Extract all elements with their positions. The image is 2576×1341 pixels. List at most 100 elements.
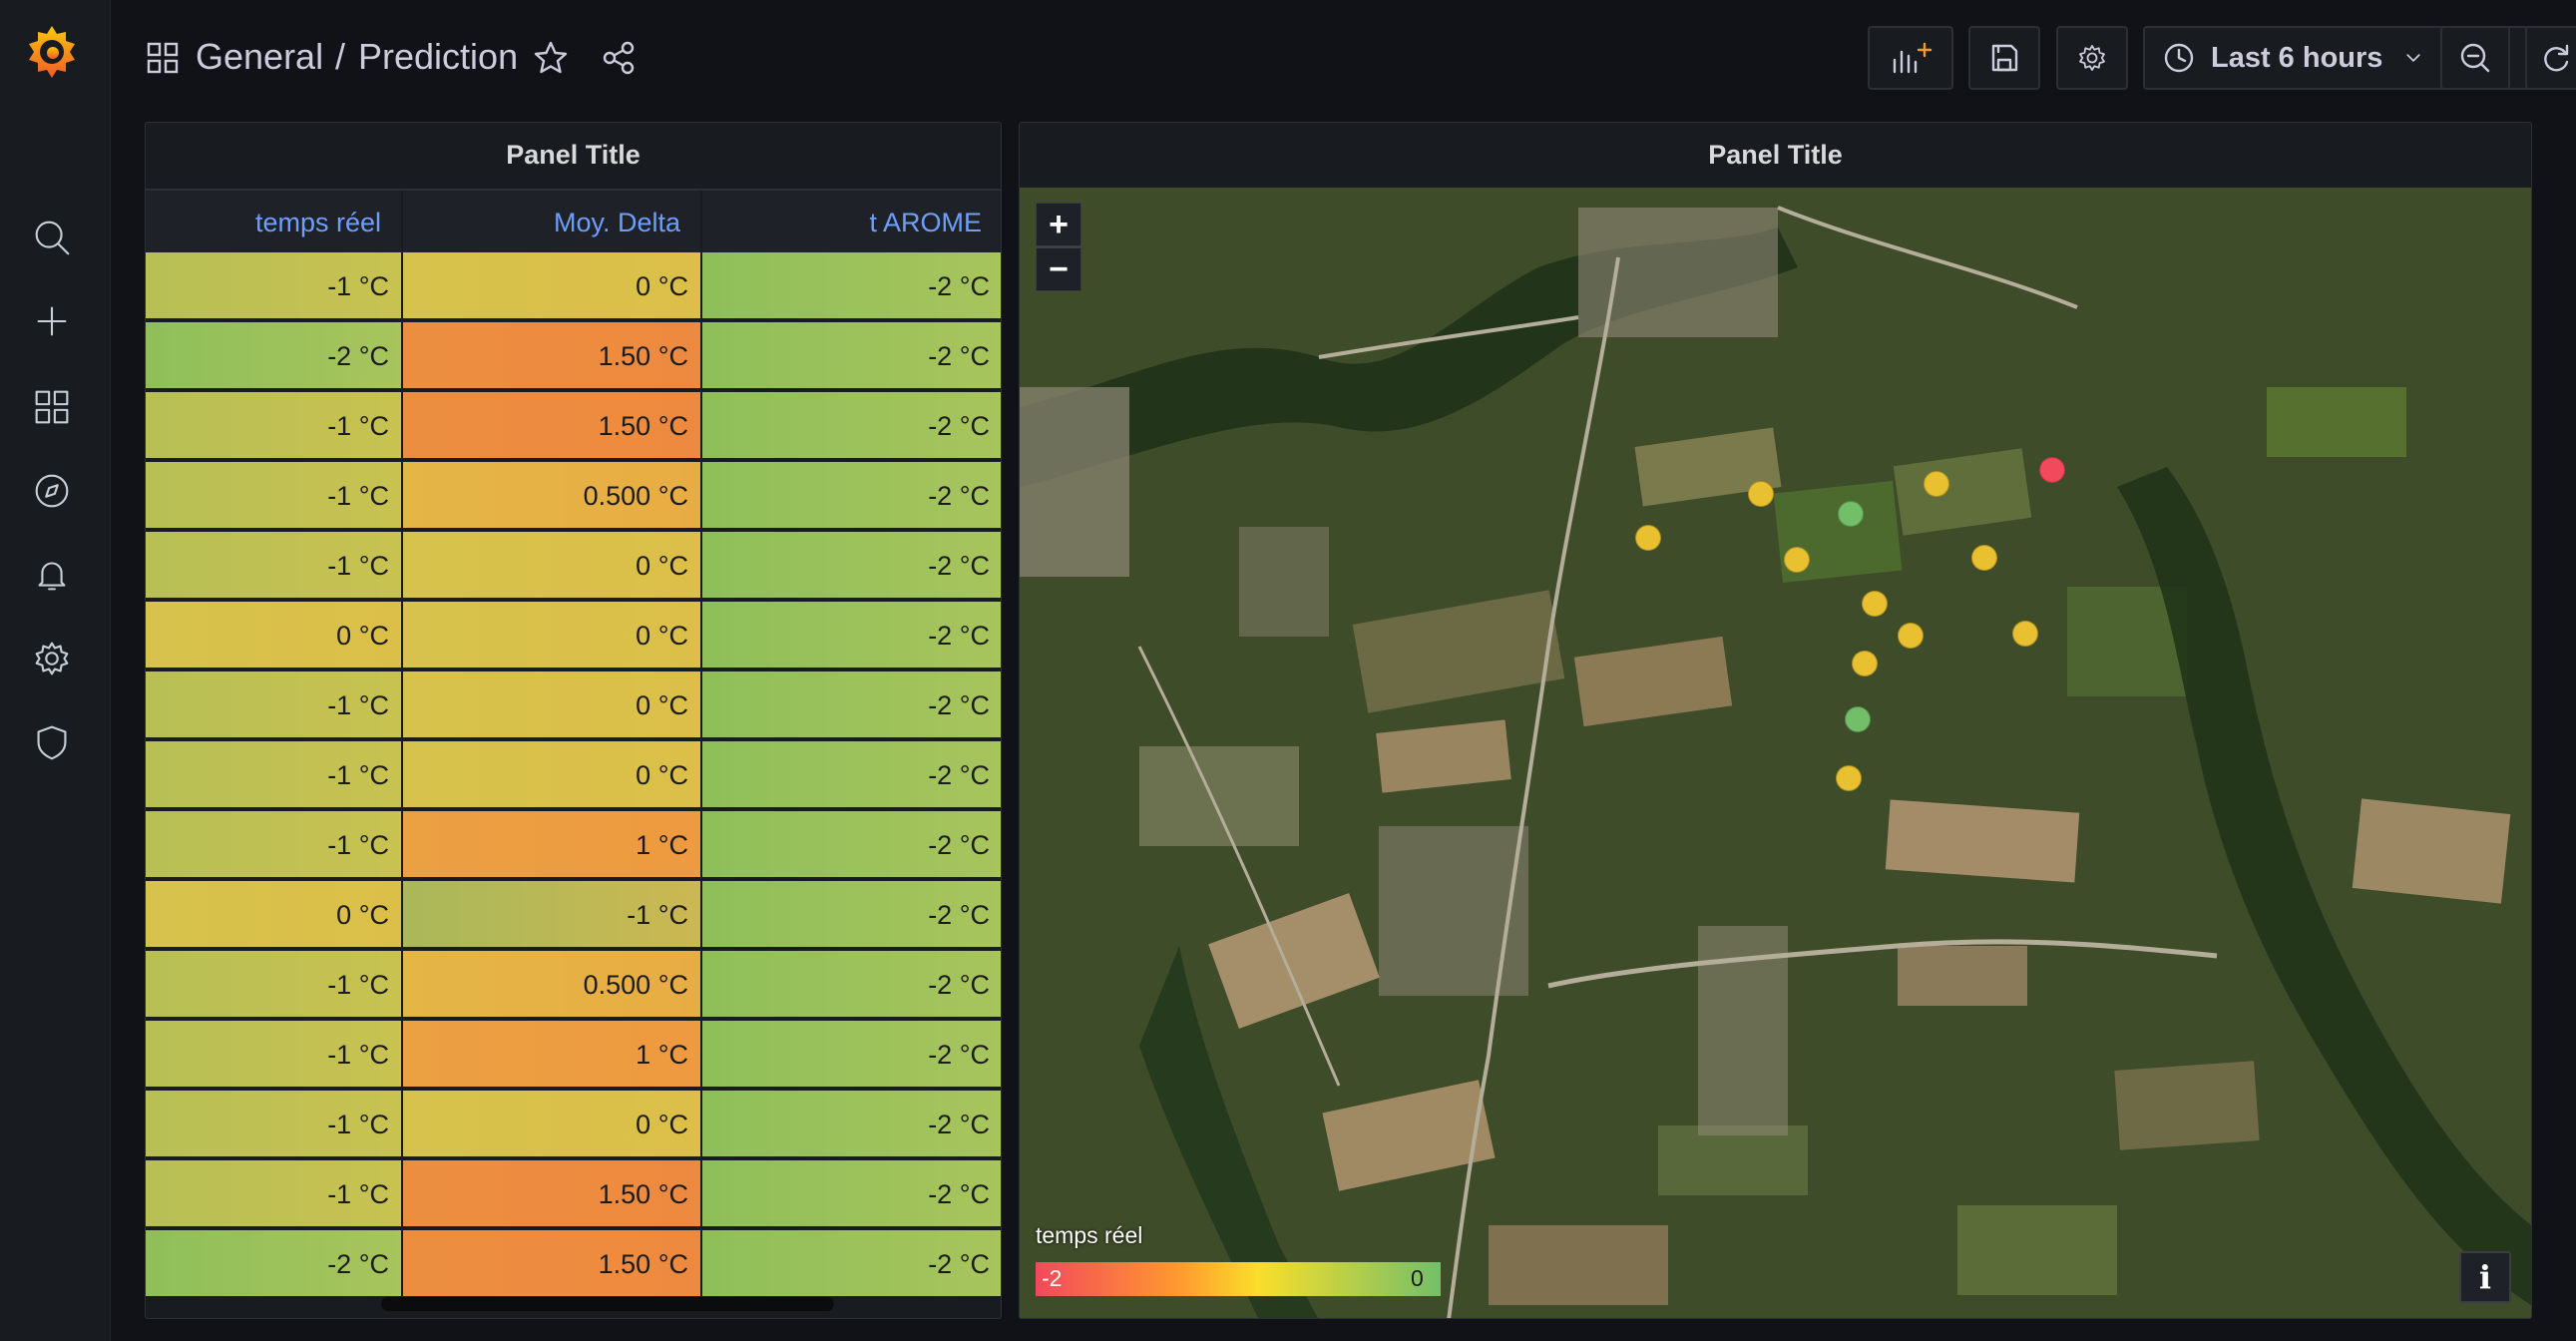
table-cell: -2 °C <box>702 671 1001 739</box>
clock-icon <box>2164 43 2194 73</box>
table-cell: 1.50 °C <box>403 1160 702 1228</box>
grafana-logo-icon[interactable] <box>20 20 84 84</box>
table-row: -2 °C 1.50 °C -2 °C <box>146 322 1001 392</box>
satellite-basemap <box>1020 188 2531 1318</box>
shield-icon[interactable] <box>28 718 76 766</box>
table-cell: -1 °C <box>146 951 403 1019</box>
map-marker[interactable] <box>1748 481 1774 507</box>
map-marker[interactable] <box>1971 545 1997 571</box>
zoom-out-button[interactable]: − <box>1036 247 1081 291</box>
table-cell: -2 °C <box>146 322 403 390</box>
alert-bell-icon[interactable] <box>28 551 76 599</box>
map-marker[interactable] <box>1924 471 1949 497</box>
table-cell: 1.50 °C <box>403 322 702 390</box>
table-row: -1 °C 0 °C -2 °C <box>146 741 1001 811</box>
table-row: 0 °C 0 °C -2 °C <box>146 602 1001 671</box>
map-marker[interactable] <box>1862 591 1888 617</box>
zoom-out-button[interactable] <box>2440 26 2510 90</box>
column-header-moy-delta[interactable]: Moy. Delta <box>403 191 702 254</box>
table-cell: -2 °C <box>702 532 1001 600</box>
dashboards-icon[interactable] <box>28 383 76 431</box>
legend-title: temps réel <box>1036 1222 1143 1248</box>
table-cell: -1 °C <box>146 671 403 739</box>
explore-icon[interactable] <box>28 467 76 515</box>
zoom-out-icon <box>2460 43 2490 73</box>
table-header: temps réel Moy. Delta t AROME <box>146 189 1001 254</box>
table-cell: -2 °C <box>702 1230 1001 1298</box>
gear-icon[interactable] <box>28 635 76 682</box>
map-marker[interactable] <box>1845 706 1871 732</box>
map-marker[interactable] <box>1836 765 1862 791</box>
table-panel: Panel Title temps réel Moy. Delta t AROM… <box>145 122 1002 1319</box>
refresh-button[interactable] <box>2525 26 2576 90</box>
chevron-down-icon <box>2406 54 2421 62</box>
map-marker[interactable] <box>1852 651 1878 676</box>
table-cell: 0 °C <box>146 881 403 949</box>
top-navbar: General / Prediction Last 6 hours <box>111 0 2576 118</box>
table-row: -1 °C 0 °C -2 °C <box>146 532 1001 602</box>
legend-max: 0 <box>1411 1265 1424 1291</box>
breadcrumb-folder[interactable]: General <box>196 36 323 78</box>
table-row: -1 °C 1.50 °C -2 °C <box>146 392 1001 462</box>
column-header-temps-reel[interactable]: temps réel <box>146 191 403 254</box>
table-cell: -2 °C <box>702 602 1001 670</box>
panel-title[interactable]: Panel Title <box>146 123 1001 187</box>
table-cell: 1 °C <box>403 1021 702 1089</box>
table-row: -2 °C 1.50 °C -2 °C <box>146 1230 1001 1300</box>
time-range-label: Last 6 hours <box>2211 41 2383 74</box>
table-cell: -2 °C <box>702 1160 1001 1228</box>
table-cell: -1 °C <box>146 1091 403 1158</box>
table-cell: -1 °C <box>146 1021 403 1089</box>
save-button[interactable] <box>1968 26 2040 90</box>
table-cell: -2 °C <box>702 392 1001 460</box>
legend-color-scale <box>1036 1262 1441 1296</box>
search-icon[interactable] <box>28 214 76 261</box>
table-cell: 0 °C <box>403 741 702 809</box>
zoom-in-button[interactable]: + <box>1036 203 1081 246</box>
table-cell: 1.50 °C <box>403 392 702 460</box>
share-icon[interactable] <box>599 38 639 78</box>
map-marker[interactable] <box>1838 501 1864 527</box>
geomap[interactable]: + − temps réel -2 0 i <box>1020 188 2531 1318</box>
table-cell: -2 °C <box>146 1230 403 1298</box>
map-marker[interactable] <box>2012 621 2038 647</box>
map-marker[interactable] <box>1635 525 1661 551</box>
table-row: -1 °C 0.500 °C -2 °C <box>146 951 1001 1021</box>
table-cell: -2 °C <box>702 462 1001 530</box>
table-cell: -2 °C <box>702 322 1001 390</box>
settings-button[interactable] <box>2056 26 2128 90</box>
table-cell: 0 °C <box>403 1091 702 1158</box>
column-header-t-arome[interactable]: t AROME <box>702 191 1001 254</box>
table-row: -1 °C 0.500 °C -2 °C <box>146 462 1001 532</box>
table-cell: -1 °C <box>146 1160 403 1228</box>
map-marker[interactable] <box>1898 623 1924 649</box>
table-cell: -2 °C <box>702 1021 1001 1089</box>
table-row: -1 °C 1 °C -2 °C <box>146 1021 1001 1091</box>
table-cell: -1 °C <box>403 881 702 949</box>
breadcrumb-dashboard[interactable]: Prediction <box>358 36 518 78</box>
table-cell: -1 °C <box>146 811 403 879</box>
table-cell: 0 °C <box>403 602 702 670</box>
legend-min: -2 <box>1042 1265 1063 1291</box>
plus-icon[interactable] <box>28 297 76 345</box>
table-cell: 0 °C <box>403 252 702 320</box>
table-cell: 1.50 °C <box>403 1230 702 1298</box>
table-row: -1 °C 0 °C -2 °C <box>146 671 1001 741</box>
breadcrumb-separator: / <box>335 36 346 77</box>
star-icon[interactable] <box>531 38 571 78</box>
map-marker[interactable] <box>2039 457 2065 483</box>
add-panel-icon <box>1893 42 1932 74</box>
table-cell: 1 °C <box>403 811 702 879</box>
sidebar <box>0 0 111 1341</box>
table-cell: -1 °C <box>146 532 403 600</box>
table-cell: -1 °C <box>146 462 403 530</box>
table-cell: -2 °C <box>702 811 1001 879</box>
table-cell: -2 °C <box>702 1091 1001 1158</box>
add-panel-button[interactable] <box>1868 26 1953 90</box>
panel-title[interactable]: Panel Title <box>1020 123 2531 187</box>
map-marker[interactable] <box>1784 547 1810 573</box>
table-cell: 0 °C <box>403 532 702 600</box>
info-icon[interactable]: i <box>2459 1251 2511 1303</box>
horizontal-scrollbar[interactable] <box>381 1297 834 1311</box>
table-cell: 0 °C <box>403 671 702 739</box>
